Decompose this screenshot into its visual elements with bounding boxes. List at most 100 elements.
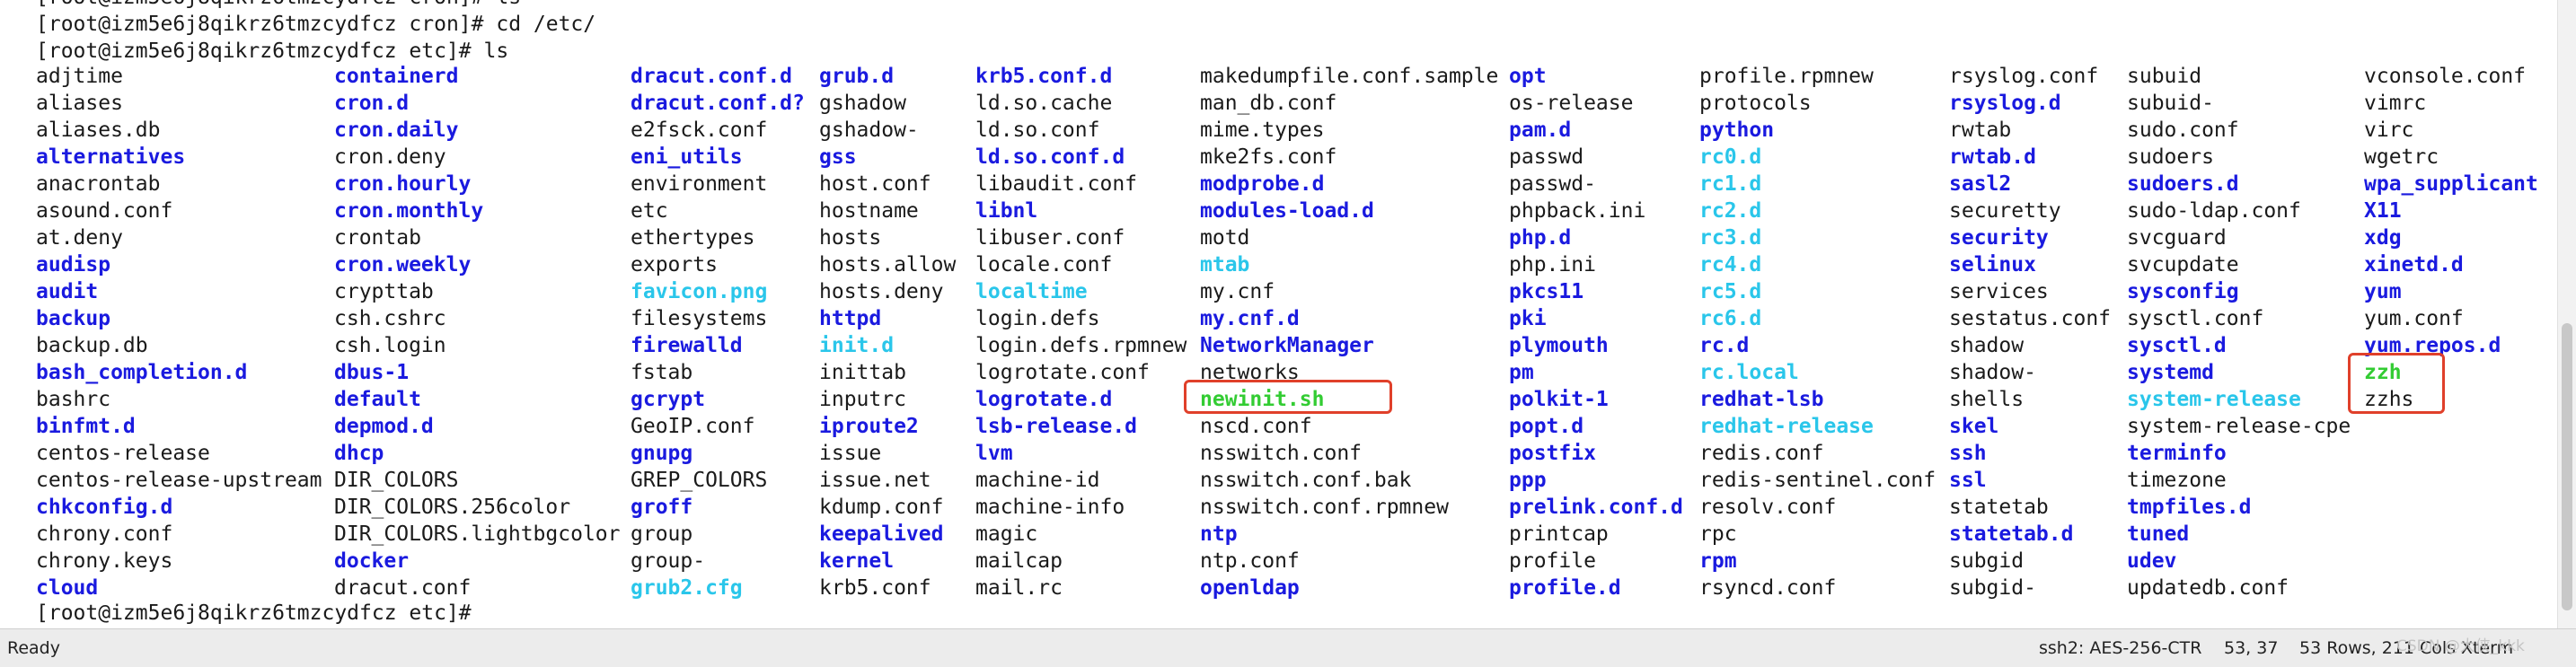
ls-entry: statetab.d — [1949, 522, 2074, 546]
ls-entry: at.deny — [36, 226, 123, 250]
ls-entry: printcap — [1509, 522, 1609, 546]
ls-entry: fstab — [631, 361, 693, 384]
ls-entry: chrony.keys — [36, 549, 173, 573]
ls-entry: mtab — [1200, 253, 1250, 276]
ls-entry: hosts.allow — [819, 253, 957, 276]
ls-entry: gcrypt — [631, 388, 706, 411]
ls-entry: default — [334, 388, 421, 411]
ls-entry: hostname — [819, 199, 919, 223]
ls-entry: modules-load.d — [1200, 199, 1374, 223]
ls-entry: inittab — [819, 361, 906, 384]
ls-entry: mime.types — [1200, 118, 1325, 142]
ls-entry: subuid- — [2127, 92, 2214, 115]
ls-entry: bashrc — [36, 388, 111, 411]
ls-entry: machine-id — [975, 469, 1100, 492]
ls-entry: mke2fs.conf — [1200, 145, 1337, 169]
ls-entry: redhat-lsb — [1699, 388, 1824, 411]
scrollbar[interactable] — [2557, 0, 2576, 628]
cursor — [484, 603, 495, 625]
ls-entry: system-release-cpe — [2127, 415, 2351, 438]
command-line-ls: [root@izm5e6j8qikrz6tmzcydfcz etc]# ls — [36, 39, 509, 63]
ls-entry: redis-sentinel.conf — [1699, 469, 1936, 492]
ls-entry: sysconfig — [2127, 280, 2239, 303]
ls-entry: nsswitch.conf.bak — [1200, 469, 1412, 492]
ls-entry: kdump.conf — [819, 496, 944, 519]
ls-entry: cron.daily — [334, 118, 459, 142]
ls-entry: aliases — [36, 92, 123, 115]
scrollbar-thumb[interactable] — [2562, 323, 2572, 610]
ls-entry: binfmt.d — [36, 415, 136, 438]
ls-entry: favicon.png — [631, 280, 768, 303]
prompt-line[interactable]: [root@izm5e6j8qikrz6tmzcydfcz etc]# — [36, 600, 495, 627]
ls-entry: zzhs — [2364, 388, 2414, 411]
ls-entry: chkconfig.d — [36, 496, 173, 519]
ls-entry: phpback.ini — [1509, 199, 1646, 223]
ls-entry: groff — [631, 496, 693, 519]
ls-entry: sudo.conf — [2127, 118, 2239, 142]
ls-entry: rsyslog.d — [1949, 92, 2061, 115]
ls-entry: tuned — [2127, 522, 2190, 546]
ls-entry: timezone — [2127, 469, 2227, 492]
ls-entry: bash_completion.d — [36, 361, 248, 384]
ls-entry: rc.d — [1699, 334, 1750, 357]
ls-entry: polkit-1 — [1509, 388, 1609, 411]
ls-entry: chrony.conf — [36, 522, 173, 546]
ls-entry: firewalld — [631, 334, 743, 357]
ls-entry: profile.d — [1509, 576, 1621, 600]
ls-entry: cron.hourly — [334, 172, 472, 196]
ls-entry: vconsole.conf — [2364, 65, 2527, 88]
ls-entry: inputrc — [819, 388, 906, 411]
ls-entry: DIR_COLORS.256color — [334, 496, 571, 519]
ls-entry: dbus-1 — [334, 361, 410, 384]
ls-entry: virc — [2364, 118, 2414, 142]
ls-entry: lsb-release.d — [975, 415, 1138, 438]
ls-entry: openldap — [1200, 576, 1300, 600]
ls-entry: pkcs11 — [1509, 280, 1584, 303]
ls-entry: httpd — [819, 307, 882, 330]
ls-entry: shadow — [1949, 334, 2025, 357]
ls-entry: udev — [2127, 549, 2177, 573]
ls-entry: docker — [334, 549, 410, 573]
ls-entry: newinit.sh — [1200, 388, 1325, 411]
ls-entry: makedumpfile.conf.sample — [1200, 65, 1499, 88]
ls-entry: hosts — [819, 226, 882, 250]
ls-entry: rwtab — [1949, 118, 2012, 142]
ls-entry: ssl — [1949, 469, 1987, 492]
ls-entry: redhat-release — [1699, 415, 1874, 438]
ls-entry: rc5.d — [1699, 280, 1762, 303]
ls-entry: machine-info — [975, 496, 1125, 519]
ls-entry: networks — [1200, 361, 1300, 384]
ls-entry: modprobe.d — [1200, 172, 1325, 196]
ls-entry: cron.weekly — [334, 253, 472, 276]
ls-entry: man_db.conf — [1200, 92, 1337, 115]
ls-entry: gshadow- — [819, 118, 919, 142]
ls-entry: localtime — [975, 280, 1088, 303]
ls-entry: mail.rc — [975, 576, 1063, 600]
ls-entry: alternatives — [36, 145, 186, 169]
ls-entry: ntp.conf — [1200, 549, 1300, 573]
ls-entry: system-release — [2127, 388, 2301, 411]
ls-entry: yum.conf — [2364, 307, 2464, 330]
ls-entry: crontab — [334, 226, 421, 250]
ls-entry: popt.d — [1509, 415, 1584, 438]
ls-entry: GeoIP.conf — [631, 415, 755, 438]
ls-entry: grub.d — [819, 65, 895, 88]
ls-entry: backup.db — [36, 334, 148, 357]
ls-entry: subgid — [1949, 549, 2025, 573]
ls-entry: wgetrc — [2364, 145, 2439, 169]
ls-entry: containerd — [334, 65, 459, 88]
ls-entry: sasl2 — [1949, 172, 2012, 196]
ls-entry: csh.login — [334, 334, 446, 357]
ls-entry: depmod.d — [334, 415, 434, 438]
ls-entry: updatedb.conf — [2127, 576, 2289, 600]
ls-entry: ld.so.conf — [975, 118, 1100, 142]
ls-entry: anacrontab — [36, 172, 161, 196]
ls-entry: rc3.d — [1699, 226, 1762, 250]
terminal-window[interactable]: [root@izm5e6j8qikrz6tmzcydfcz cron]# ls … — [0, 0, 2558, 628]
ls-entry: audisp — [36, 253, 111, 276]
ls-entry: rc.local — [1699, 361, 1799, 384]
ls-entry: etc — [631, 199, 668, 223]
ls-entry: python — [1699, 118, 1775, 142]
ls-entry: dracut.conf.d? — [631, 92, 805, 115]
ls-entry: libnl — [975, 199, 1038, 223]
